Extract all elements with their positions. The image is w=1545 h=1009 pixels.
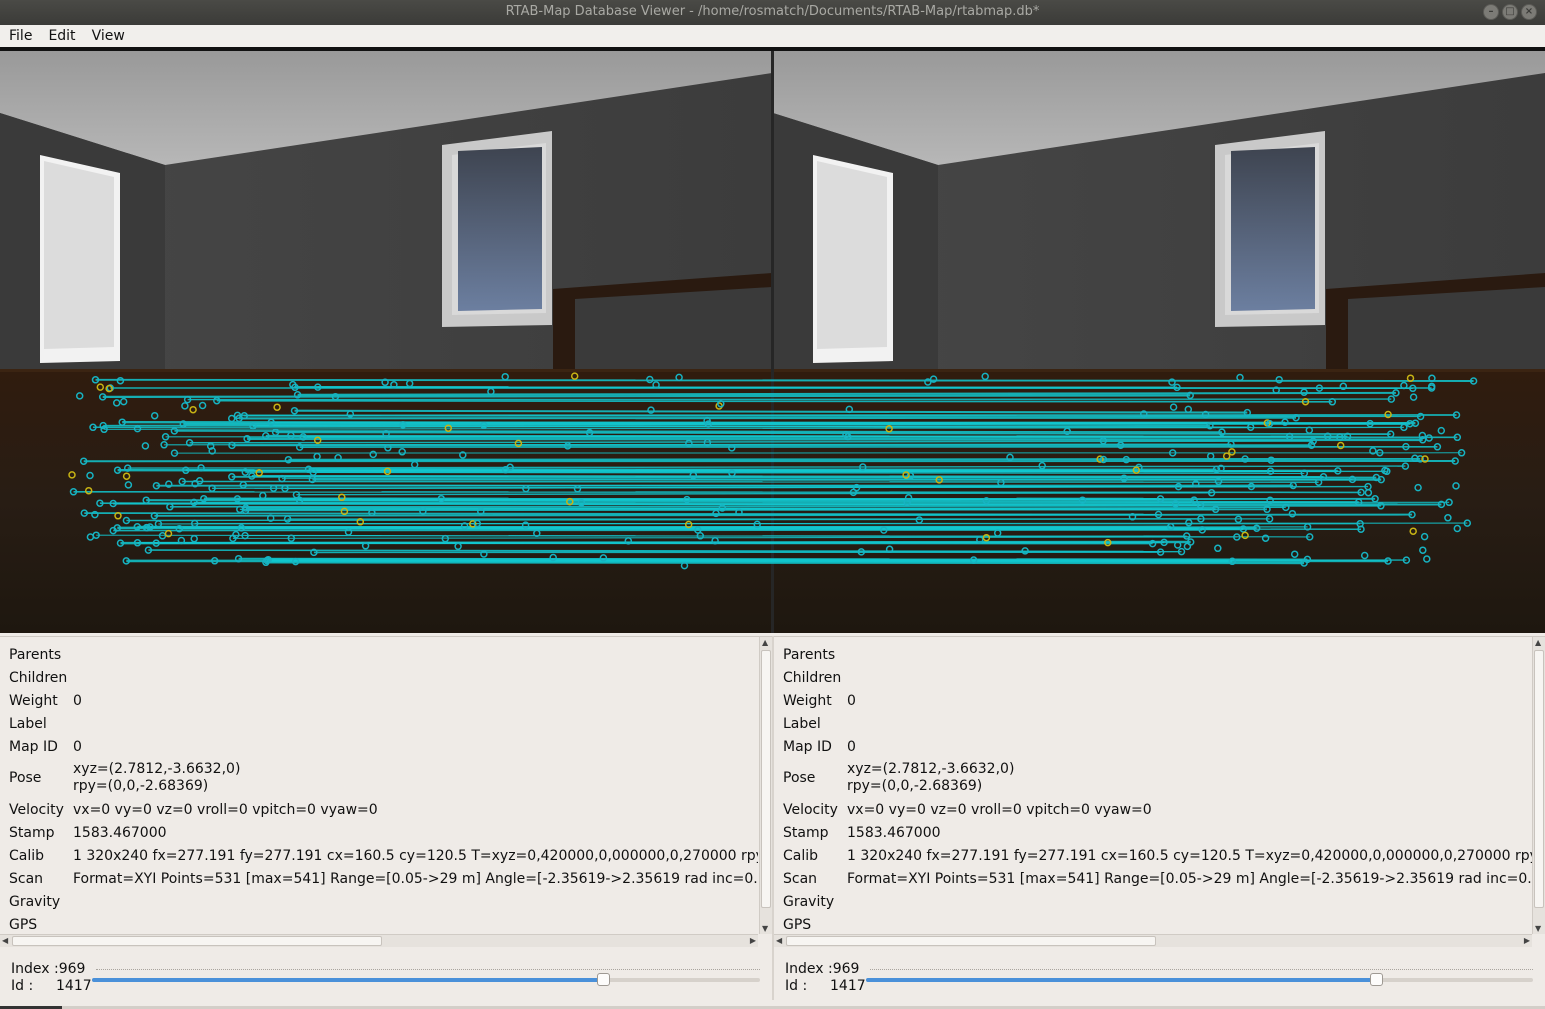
info-key: Velocity [9, 802, 64, 818]
scroll-down-icon[interactable]: ▼ [762, 924, 768, 933]
slider-ticks [870, 969, 1533, 971]
info-value: vx=0 vy=0 vz=0 vroll=0 vpitch=0 vyaw=0 [847, 802, 1152, 818]
right-vertical-scrollbar[interactable]: ▲ ▼ [1532, 637, 1545, 934]
info-key: Calib [9, 848, 45, 864]
info-value: 0 [847, 739, 856, 755]
info-key: Pose [783, 770, 816, 786]
maximize-icon[interactable]: □ [1502, 4, 1518, 20]
info-key: Map ID [783, 739, 832, 755]
image-views [0, 51, 1545, 633]
right-node-info-panel: Parents Children Weight 0 Label Map ID 0 Pose xy… [774, 636, 1545, 949]
info-key: GPS [783, 917, 812, 933]
slider-ticks [96, 969, 760, 971]
info-key: Gravity [783, 894, 835, 910]
left-node-info: Parents Children Weight 0 Label Map ID 0 Pose xy… [0, 637, 758, 934]
window-titlebar: RTAB-Map Database Viewer - /home/rosmatc… [0, 0, 1545, 25]
info-value: 1583.467000 [847, 825, 941, 841]
info-value: vx=0 vy=0 vz=0 vroll=0 vpitch=0 vyaw=0 [73, 802, 378, 818]
menu-view[interactable]: View [83, 25, 132, 47]
scrollbar-thumb[interactable] [786, 936, 1156, 946]
info-key: Stamp [783, 825, 829, 841]
window-controls: – □ × [1483, 4, 1537, 20]
left-node-info-panel: Parents Children Weight 0 Label Map ID 0 Pose xy… [0, 636, 772, 949]
info-value-line2: rpy=(0,0,-2.68369) [847, 778, 983, 794]
info-key: Map ID [9, 739, 58, 755]
info-value: 0 [73, 739, 82, 755]
info-value: Format=XYI Points=531 [max=541] Range=[0… [847, 871, 1532, 887]
scroll-left-icon[interactable]: ◀ [2, 936, 8, 945]
info-key: Stamp [9, 825, 55, 841]
left-horizontal-scrollbar[interactable]: ◀ ▶ [0, 934, 758, 947]
window-title: RTAB-Map Database Viewer - /home/rosmatc… [505, 4, 1040, 19]
scroll-right-icon[interactable]: ▶ [750, 936, 756, 945]
scroll-right-icon[interactable]: ▶ [1524, 936, 1530, 945]
scrollbar-thumb[interactable] [1534, 650, 1544, 908]
info-value: xyz=(2.7812,-3.6632,0) [73, 761, 241, 777]
right-index-slider[interactable] [866, 969, 1533, 987]
info-key: Label [9, 716, 47, 732]
info-key: Scan [783, 871, 818, 887]
slider-handle[interactable] [1370, 973, 1384, 986]
minimize-icon[interactable]: – [1483, 4, 1499, 20]
id-value: 1417 [830, 978, 866, 994]
info-key: Label [783, 716, 821, 732]
menu-edit[interactable]: Edit [39, 25, 82, 47]
panel-divider[interactable] [772, 636, 774, 1000]
slider-fill [866, 978, 1377, 982]
scroll-up-icon[interactable]: ▲ [1535, 638, 1541, 647]
info-key: Children [9, 670, 68, 686]
info-key: Pose [9, 770, 42, 786]
right-index-footer: Index :969 Id : 1417 [774, 960, 1545, 1000]
info-key: Velocity [783, 802, 838, 818]
close-icon[interactable]: × [1521, 4, 1537, 20]
id-label: Id : [785, 978, 808, 994]
info-key: GPS [9, 917, 38, 933]
info-key: Gravity [9, 894, 61, 910]
info-key: Weight [9, 693, 58, 709]
menu-file[interactable]: File [0, 25, 39, 47]
info-value: 0 [847, 693, 856, 709]
info-value: 1583.467000 [73, 825, 167, 841]
scroll-up-icon[interactable]: ▲ [762, 638, 768, 647]
info-value: 1 320x240 fx=277.191 fy=277.191 cx=160.5… [73, 848, 758, 864]
info-key: Parents [9, 647, 62, 663]
info-value: 1 320x240 fx=277.191 fy=277.191 cx=160.5… [847, 848, 1532, 864]
info-value: 0 [73, 693, 82, 709]
left-index-slider[interactable] [92, 969, 760, 987]
info-key: Children [783, 670, 842, 686]
stereo-images-with-feature-matches [0, 51, 1545, 633]
scroll-left-icon[interactable]: ◀ [776, 936, 782, 945]
scrollbar-thumb[interactable] [761, 650, 771, 908]
left-vertical-scrollbar[interactable]: ▲ ▼ [759, 637, 772, 934]
info-key: Weight [783, 693, 832, 709]
left-index-footer: Index :969 Id : 1417 [0, 960, 772, 1000]
scrollbar-thumb[interactable] [12, 936, 382, 946]
info-key: Calib [783, 848, 819, 864]
scroll-down-icon[interactable]: ▼ [1535, 924, 1541, 933]
info-value-line2: rpy=(0,0,-2.68369) [73, 778, 209, 794]
image-divider [771, 51, 774, 633]
slider-handle[interactable] [597, 973, 611, 986]
menu-bar: File Edit View [0, 25, 1545, 47]
id-label: Id : [11, 978, 34, 994]
info-value: Format=XYI Points=531 [max=541] Range=[0… [73, 871, 758, 887]
id-value: 1417 [56, 978, 92, 994]
right-horizontal-scrollbar[interactable]: ◀ ▶ [774, 934, 1532, 947]
index-label: Index :969 [785, 961, 860, 977]
info-key: Scan [9, 871, 44, 887]
slider-fill [92, 978, 604, 982]
right-node-info: Parents Children Weight 0 Label Map ID 0 Pose xy… [774, 637, 1532, 934]
left-camera-image [0, 51, 772, 633]
info-key: Parents [783, 647, 836, 663]
index-label: Index :969 [11, 961, 86, 977]
info-value: xyz=(2.7812,-3.6632,0) [847, 761, 1015, 777]
